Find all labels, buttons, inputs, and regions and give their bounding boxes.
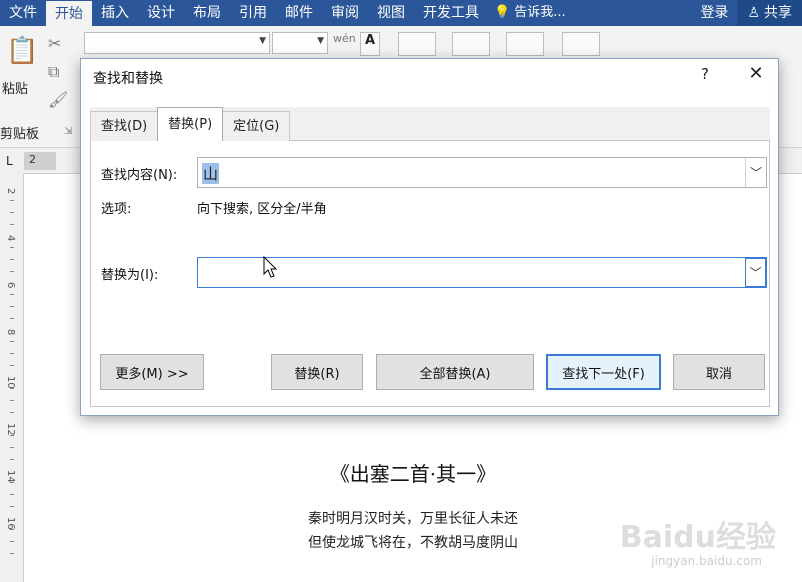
dialog-title: 查找和替换 — [93, 71, 163, 87]
ruler-tick — [10, 365, 14, 366]
find-value: 山 — [202, 163, 220, 184]
find-replace-dialog: 查找和替换 ? ✕ 查找(D) 替换(P) 定位(G) 查找内容(N): 山 ﹀ 选… — [80, 58, 779, 416]
paste-icon[interactable]: 📋 — [6, 36, 38, 66]
find-icon[interactable] — [506, 32, 544, 56]
ruler-tick — [10, 400, 14, 401]
addin-icon[interactable] — [562, 32, 600, 56]
ruler-tab-selector[interactable]: L — [0, 148, 24, 174]
replace-button[interactable]: 替换(R) — [271, 354, 363, 390]
ruler-tick — [10, 482, 14, 483]
chevron-down-icon: ▼ — [317, 36, 324, 46]
ruler-mark: 10 — [5, 376, 16, 389]
ruler-mark: 2 — [5, 188, 16, 195]
more-button[interactable]: 更多(M) >> — [100, 354, 204, 390]
ribbon-tab-bar: 文件 开始 插入 设计 布局 引用 邮件 审阅 视图 开发工具 💡 告诉我... 登录 ♙ 共享 — [0, 0, 802, 26]
char-border-icon[interactable]: A — [360, 32, 380, 56]
dialog-tabs: 查找(D) 替换(P) 定位(G) — [90, 107, 291, 141]
ribbon-tabs: 文件 开始 插入 设计 布局 引用 邮件 审阅 视图 开发工具 — [0, 0, 488, 26]
help-button[interactable]: ? — [695, 65, 715, 83]
ruler-tick — [10, 353, 14, 354]
replace-label: 替换为(I): — [101, 268, 159, 283]
ribbon-tab[interactable]: 视图 — [368, 0, 414, 26]
vertical-ruler[interactable]: 2 4 6 8 10 12 14 16 — [0, 174, 24, 582]
tell-me-search[interactable]: 💡 告诉我... — [488, 0, 572, 26]
paragraph-icon[interactable] — [398, 32, 436, 56]
ruler-tick — [10, 200, 14, 201]
clipboard-group-label: 剪贴板 — [0, 127, 40, 142]
person-icon: ♙ — [747, 5, 760, 21]
ruler-tick — [10, 541, 14, 542]
ruler-tick — [10, 388, 14, 389]
dialog-tab[interactable]: 查找(D) — [90, 111, 159, 141]
ruler-mark: 12 — [5, 423, 16, 436]
ruler-tick — [10, 271, 14, 272]
find-input[interactable]: 山 ﹀ — [197, 157, 767, 188]
styles-icon[interactable] — [452, 32, 490, 56]
chevron-down-icon[interactable]: ﹀ — [745, 258, 766, 287]
watermark-brand: Baidu经验 — [619, 520, 776, 555]
replace-input[interactable]: ﹀ — [197, 257, 767, 288]
ruler-tick — [10, 247, 14, 248]
find-label: 查找内容(N): — [101, 168, 178, 183]
dialog-launcher-icon[interactable]: ⇲ — [64, 126, 72, 137]
ruler-tick — [10, 447, 14, 448]
format-painter-icon[interactable]: 🖌 — [48, 90, 68, 109]
paste-button-label[interactable]: 粘贴 — [2, 78, 28, 97]
cancel-button[interactable]: 取消 — [673, 354, 765, 390]
dialog-tab[interactable]: 定位(G) — [222, 111, 291, 141]
cut-icon[interactable]: ✂ — [48, 34, 61, 53]
ruler-mark: 6 — [5, 282, 16, 289]
ribbon-tab[interactable]: 引用 — [230, 0, 276, 26]
copy-icon[interactable]: ⧉ — [48, 62, 59, 82]
tell-me-text: 告诉我... — [514, 5, 566, 20]
dialog-tab[interactable]: 替换(P) — [157, 107, 224, 141]
options-label: 选项: — [101, 202, 132, 217]
ribbon-tab[interactable]: 文件 — [0, 0, 46, 26]
share-button[interactable]: ♙ 共享 — [737, 0, 802, 26]
replace-all-button[interactable]: 全部替换(A) — [376, 354, 534, 390]
ruler-mark: 16 — [5, 517, 16, 530]
ruler-tick — [10, 212, 14, 213]
ruler-tick — [10, 553, 14, 554]
font-size-combo[interactable]: ▼ — [272, 32, 328, 54]
ruler-tick — [10, 459, 14, 460]
ribbon-tab[interactable]: 插入 — [92, 0, 138, 26]
phonetic-guide-icon[interactable]: wén — [333, 32, 356, 45]
lightbulb-icon: 💡 — [494, 5, 511, 20]
watermark-url: jingyan.baidu.com — [651, 554, 762, 568]
login-button[interactable]: 登录 — [691, 0, 737, 26]
chevron-down-icon: ▼ — [259, 36, 266, 46]
options-value: 向下搜索, 区分全/半角 — [197, 202, 327, 217]
ruler-tick — [10, 412, 14, 413]
ribbon-tab[interactable]: 开始 — [46, 1, 92, 26]
ruler-number: 2 — [29, 153, 36, 166]
mouse-cursor-icon — [263, 256, 278, 278]
ruler-mark: 8 — [5, 329, 16, 336]
ruler-tick — [10, 341, 14, 342]
chevron-down-icon[interactable]: ﹀ — [745, 158, 766, 187]
ruler-tick — [10, 294, 14, 295]
font-name-combo[interactable]: ▼ — [84, 32, 270, 54]
ruler-tick — [10, 506, 14, 507]
ruler-tick — [10, 306, 14, 307]
ribbon-tab[interactable]: 开发工具 — [414, 0, 488, 26]
ribbon-tab[interactable]: 邮件 — [276, 0, 322, 26]
close-icon[interactable]: ✕ — [745, 63, 767, 84]
ruler-tick — [10, 318, 14, 319]
ruler-tick — [10, 259, 14, 260]
ruler-mark: 14 — [5, 470, 16, 483]
ruler-tick — [10, 224, 14, 225]
ruler-tick — [10, 435, 14, 436]
ruler-tick — [10, 529, 14, 530]
ruler-mark: 4 — [5, 235, 16, 242]
ribbon-tab[interactable]: 设计 — [138, 0, 184, 26]
find-next-button[interactable]: 查找下一处(F) — [546, 354, 661, 390]
ribbon-tab[interactable]: 布局 — [184, 0, 230, 26]
poem-title: 《出塞二首·其一》 — [329, 462, 497, 486]
ribbon-tab[interactable]: 审阅 — [322, 0, 368, 26]
ruler-tick — [10, 494, 14, 495]
share-label: 共享 — [764, 5, 792, 21]
